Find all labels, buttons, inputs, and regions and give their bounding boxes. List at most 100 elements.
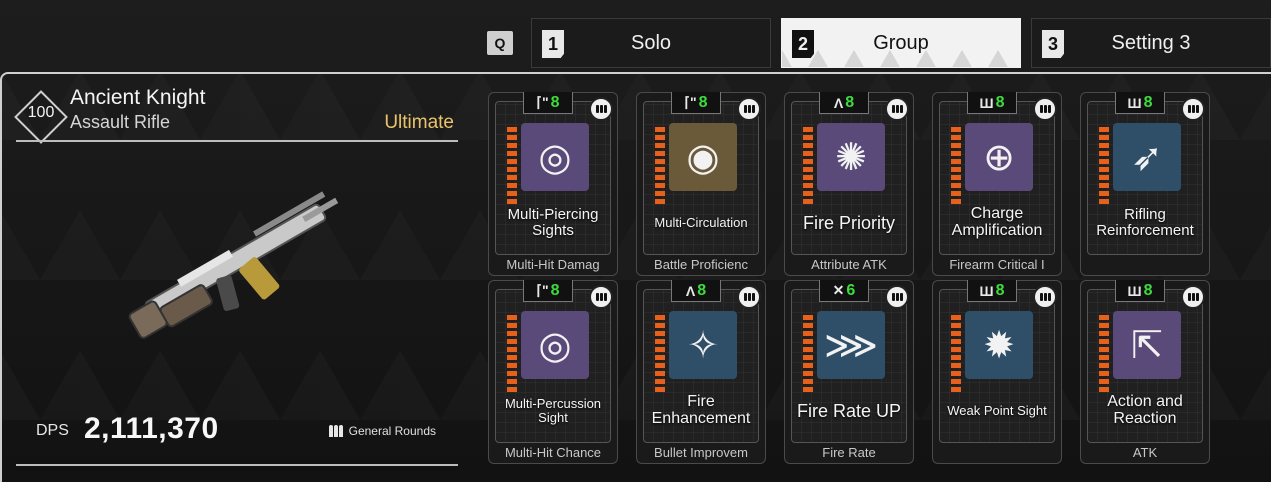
socket-icon[interactable]: [1033, 97, 1057, 121]
divider: [16, 464, 458, 466]
socket-icon[interactable]: [737, 285, 761, 309]
capacity-value: 8: [1143, 93, 1153, 111]
capacity-value: 8: [697, 281, 707, 299]
module-category: Firearm Critical I: [949, 257, 1045, 272]
socket-icon[interactable]: [589, 285, 613, 309]
converge-icon: ⊕: [965, 123, 1033, 191]
module-capacity: Ш 8: [967, 280, 1017, 302]
ammo-label: General Rounds: [348, 424, 436, 438]
level-bars: [507, 127, 517, 204]
tab-solo[interactable]: 1 Solo: [531, 18, 771, 68]
module-capacity: Ш 8: [1115, 280, 1165, 302]
bullet-up-icon: ➶: [1113, 123, 1181, 191]
module-capacity: ✕ 6: [819, 280, 869, 302]
module-category: Battle Proficienc: [654, 257, 748, 272]
module-category: Attribute ATK: [811, 257, 887, 272]
q-key-hint[interactable]: Q: [487, 31, 513, 55]
capacity-symbol: Ш: [1127, 94, 1142, 111]
socket-icon[interactable]: [737, 97, 761, 121]
socket-icon[interactable]: [589, 97, 613, 121]
level-bars: [1099, 315, 1109, 392]
dps-value: 2,111,370: [84, 412, 219, 445]
weapon-level: 100: [27, 104, 55, 121]
module-capacity: ⌈" 8: [523, 92, 573, 114]
ammo-icon: [328, 425, 343, 437]
crosshair-rotate-icon: ◎: [521, 123, 589, 191]
tab-setting-3[interactable]: 3 Setting 3: [1031, 18, 1271, 68]
module-name: Fire Enhancement: [651, 393, 751, 427]
module-card[interactable]: ✕ 6 ⋙ Fire Rate UP Fire Rate: [784, 280, 914, 464]
weapon-name: Ancient Knight: [70, 86, 206, 109]
weakpoint-icon: ✹: [965, 311, 1033, 379]
module-card[interactable]: Ш 8 ⇱ Action and Reaction ATK: [1080, 280, 1210, 464]
tab-group[interactable]: 2 Group: [781, 18, 1021, 68]
module-name: Fire Priority: [802, 212, 895, 233]
capacity-value: 8: [845, 93, 855, 111]
capacity-symbol: ⌈": [536, 94, 549, 110]
assault-rifle-icon: [128, 191, 339, 339]
capacity-symbol: Ш: [979, 94, 994, 111]
module-capacity: Λ 8: [671, 280, 721, 302]
module-capacity: Ш 8: [1115, 92, 1165, 114]
module-card[interactable]: ⌈" 8 ◎ Multi-Piercing Sights Multi-Hit D…: [488, 92, 618, 276]
module-card[interactable]: Ш 8 ✹ Weak Point Sight: [932, 280, 1062, 464]
capacity-value: 8: [550, 93, 560, 111]
module-category: Bullet Improvem: [654, 445, 748, 460]
capacity-symbol: Ш: [1127, 282, 1142, 299]
tab-number: 3: [1042, 30, 1064, 58]
weapon-panel: 100 Ancient Knight Assault Rifle Ultimat…: [14, 84, 458, 470]
fire-bullet-icon: ✧: [669, 311, 737, 379]
module-card[interactable]: Ш 8 ⊕ Charge Amplification Firearm Criti…: [932, 92, 1062, 276]
bullets-icon: ⋙: [817, 311, 885, 379]
module-capacity: Λ 8: [819, 92, 869, 114]
module-category: ATK: [1132, 445, 1158, 460]
level-bars: [951, 315, 961, 392]
module-name: Weak Point Sight: [947, 403, 1047, 419]
weapon-rarity: Ultimate: [384, 112, 454, 133]
capacity-symbol: ✕: [832, 282, 845, 298]
preset-tabs: Q 1 Solo 2 Group 3 Setting 3: [487, 18, 1271, 68]
module-name: Multi-Circulation: [654, 215, 748, 231]
level-bars: [803, 127, 813, 204]
module-card[interactable]: Λ 8 ✺ Fire Priority Attribute ATK: [784, 92, 914, 276]
module-category: Fire Rate: [822, 445, 876, 460]
circulation-icon: ◉: [669, 123, 737, 191]
capacity-symbol: Ш: [979, 282, 994, 299]
socket-icon[interactable]: [1033, 285, 1057, 309]
tab-label: Group: [873, 31, 929, 54]
dps-label: DPS: [36, 422, 69, 439]
module-category: [1081, 257, 1209, 274]
socket-icon[interactable]: [1181, 97, 1205, 121]
module-name: Fire Rate UP: [796, 400, 902, 421]
socket-icon[interactable]: [885, 97, 909, 121]
capacity-symbol: ⌈": [536, 282, 549, 298]
socket-icon[interactable]: [885, 285, 909, 309]
divider: [16, 140, 458, 142]
module-card[interactable]: ⌈" 8 ◎ Multi-Percussion Sight Multi-Hit …: [488, 280, 618, 464]
capacity-value: 8: [698, 93, 708, 111]
module-card[interactable]: Ш 8 ➶ Rifling Reinforcement: [1080, 92, 1210, 276]
tab-label: Solo: [630, 31, 672, 54]
weapon-type: Assault Rifle: [70, 112, 171, 132]
capacity-value: 6: [846, 281, 856, 299]
level-bars: [803, 315, 813, 392]
module-card[interactable]: ⌈" 8 ◉ Multi-Circulation Battle Proficie…: [636, 92, 766, 276]
module-name: Charge Amplification: [951, 205, 1043, 239]
percussion-icon: ◎: [521, 311, 589, 379]
capacity-symbol: Λ: [833, 94, 844, 111]
module-card[interactable]: Λ 8 ✧ Fire Enhancement Bullet Improvem: [636, 280, 766, 464]
level-bars: [655, 127, 665, 204]
socket-icon[interactable]: [1181, 285, 1205, 309]
module-name: Multi-Piercing Sights: [507, 206, 599, 239]
capacity-value: 8: [550, 281, 560, 299]
level-bars: [507, 315, 517, 392]
level-bars: [655, 315, 665, 392]
module-category: [933, 445, 1061, 462]
capacity-value: 8: [995, 93, 1005, 111]
level-bars: [951, 127, 961, 204]
module-name: Action and Reaction: [1107, 393, 1183, 427]
tab-number: 1: [542, 30, 564, 58]
module-capacity: ⌈" 8: [523, 280, 573, 302]
tab-label: Setting 3: [1111, 31, 1191, 54]
module-name: Rifling Reinforcement: [1096, 206, 1194, 239]
